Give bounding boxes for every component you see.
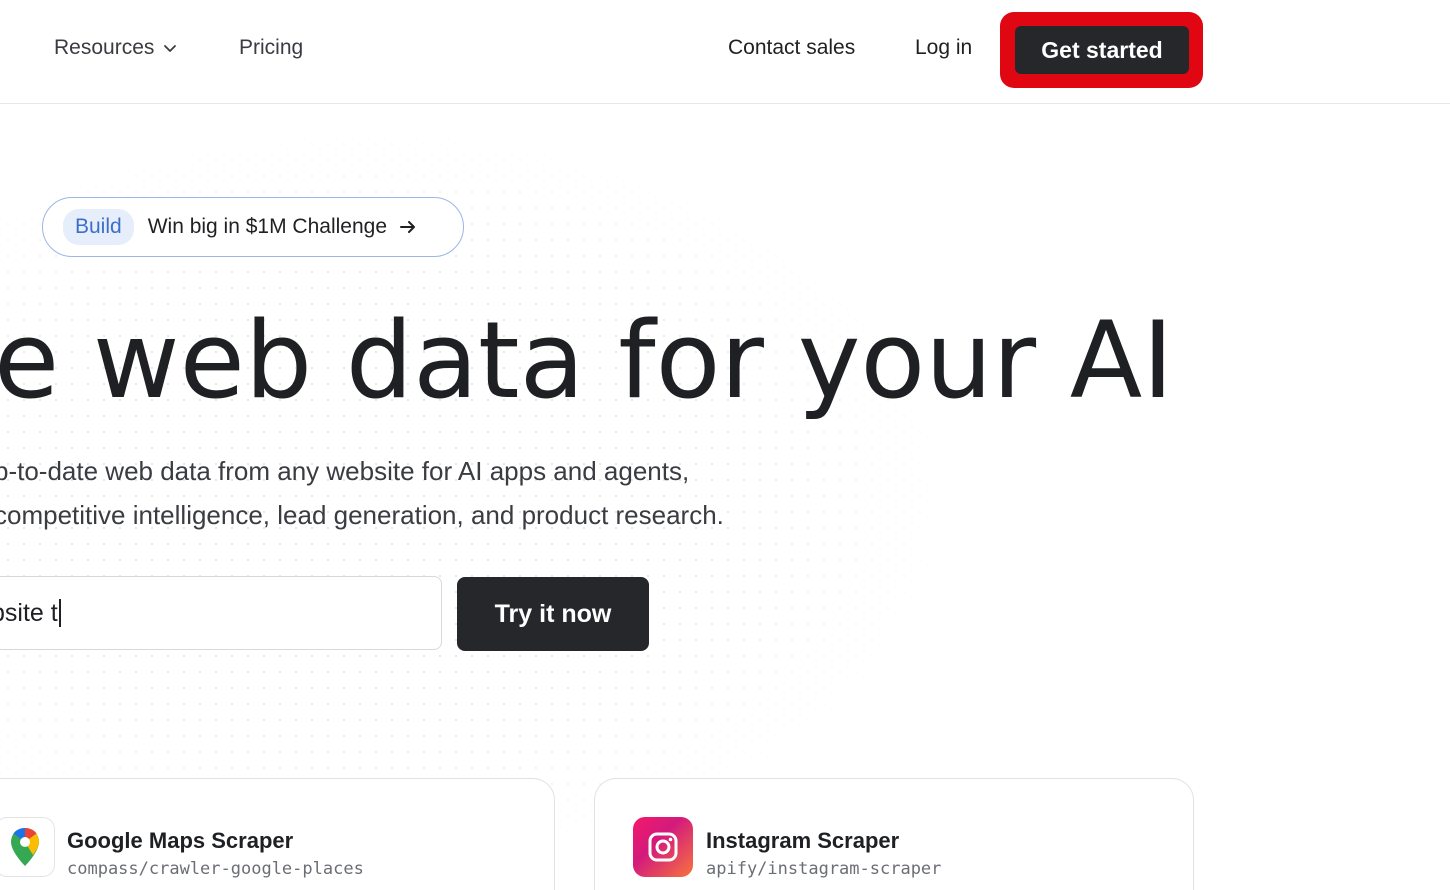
url-input[interactable]: bsite t [0, 576, 442, 650]
contact-sales-link[interactable]: Contact sales [728, 36, 855, 60]
google-maps-pin-icon [0, 817, 55, 877]
hero-title: e web data for your AI [0, 299, 1174, 422]
nav-pricing[interactable]: Pricing [239, 36, 303, 60]
nav-resources-label: Resources [54, 36, 155, 59]
text-caret [58, 599, 61, 627]
announcement-tag: Build [63, 209, 134, 245]
get-started-button[interactable]: Get started [1015, 26, 1189, 74]
hero-subtitle-line-1: p-to-date web data from any website for … [0, 456, 690, 486]
card-title-instagram: Instagram Scraper [706, 828, 900, 853]
announcement-pill[interactable]: Build Win big in $1M Challenge [42, 197, 464, 257]
log-in-link[interactable]: Log in [915, 36, 972, 60]
nav-resources[interactable]: Resources [54, 36, 178, 60]
card-slug-instagram: apify/instagram-scraper [706, 859, 942, 879]
chevron-down-icon [164, 45, 177, 52]
card-title-google-maps: Google Maps Scraper [67, 828, 294, 853]
top-nav: Resources Pricing Contact sales Log in G… [0, 0, 1450, 104]
card-slug-google-maps: compass/crawler-google-places [67, 859, 364, 879]
url-input-value: bsite t [0, 598, 58, 627]
arrow-right-icon [400, 221, 415, 233]
chevron-down-icon[interactable] [0, 40, 8, 58]
instagram-icon [633, 817, 693, 877]
announcement-text: Win big in $1M Challenge [147, 215, 387, 238]
nav-pricing-label: Pricing [239, 36, 304, 59]
try-it-now-button[interactable]: Try it now [457, 577, 649, 651]
page: Resources Pricing Contact sales Log in G… [0, 0, 1450, 890]
hero-subtitle-line-2: competitive intelligence, lead generatio… [0, 500, 724, 530]
